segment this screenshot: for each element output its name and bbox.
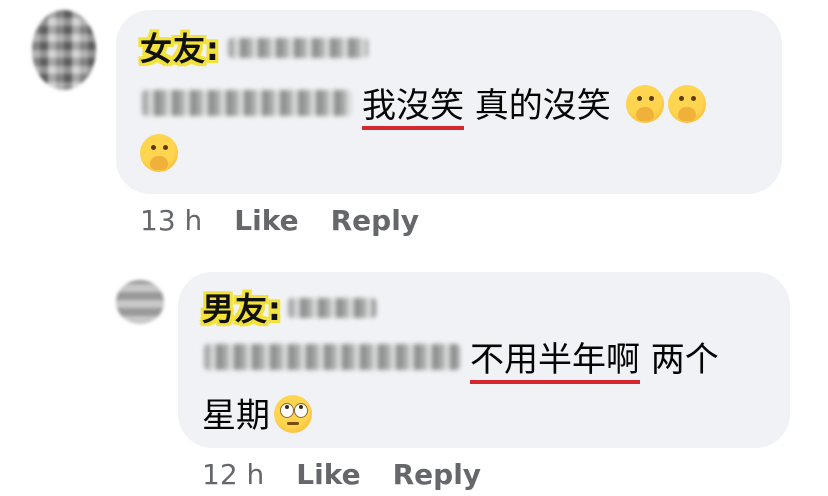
rolling-eyes-emoji [274,395,312,433]
underlined-text: 不用半年啊 [470,340,640,380]
underlined-text: 我沒笑 [362,86,464,126]
comment-bubble: 男友: 不用半年啊 两个 星期 [178,272,790,448]
avatar[interactable] [116,280,164,324]
comment-timestamp: 12 h [202,458,265,491]
blurred-commenter-name[interactable] [288,298,376,318]
hand-over-mouth-emoji [140,134,178,172]
blurred-commenter-name[interactable] [228,38,368,58]
comment-meta: 13 h Like Reply [140,204,419,237]
comment-text-line: 我沒笑 真的沒笑 [362,78,706,127]
commenter-tag-label: 男友: [202,290,282,328]
comment-text: 两个 [640,340,719,380]
reply-button[interactable]: Reply [393,458,481,491]
comment-text: 星期 [202,396,270,436]
comment-text-line: 星期 [202,388,312,437]
blurred-mention-name[interactable] [204,344,460,370]
comment-text: 真的沒笑 [464,86,622,126]
hand-over-mouth-emoji [667,85,706,123]
commenter-tag-label: 女友: [140,30,220,68]
like-button[interactable]: Like [296,458,360,491]
reply-button[interactable]: Reply [331,204,419,237]
comment-timestamp: 13 h [140,204,203,237]
comment-text-line [140,134,178,175]
comment-meta: 12 h Like Reply [202,458,481,491]
blurred-mention-name[interactable] [142,90,352,116]
hand-over-mouth-emoji [625,85,664,123]
like-button[interactable]: Like [234,204,298,237]
comment-text-line: 不用半年啊 两个 [470,332,719,381]
avatar[interactable] [32,10,96,90]
comment-bubble: 女友: 我沒笑 真的沒笑 [116,10,782,194]
